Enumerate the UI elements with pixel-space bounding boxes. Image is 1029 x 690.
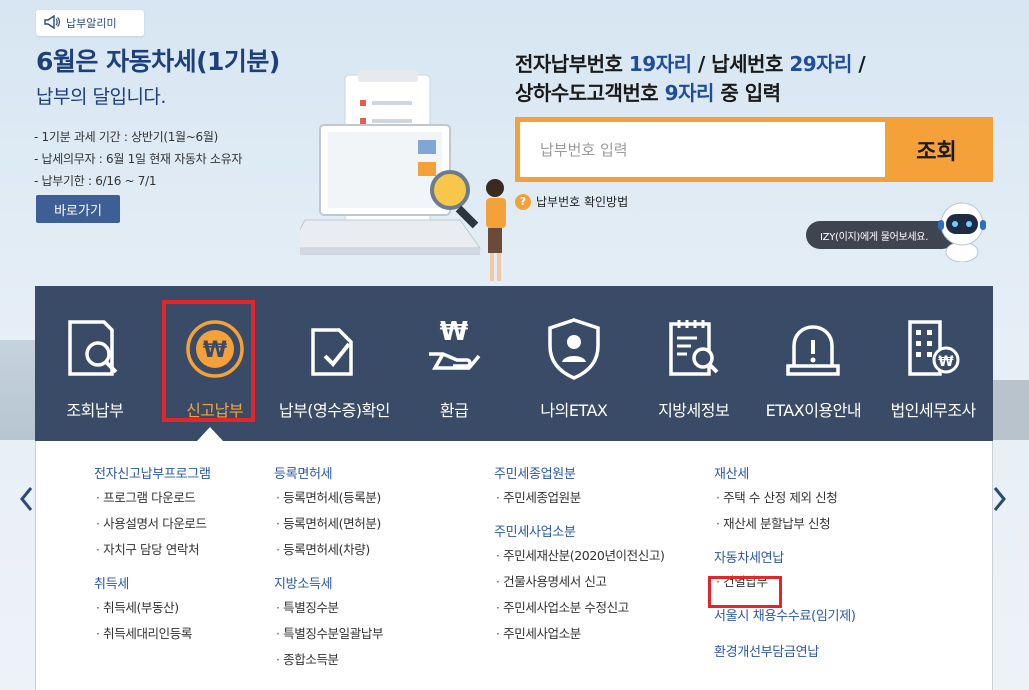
submenu-link[interactable]: 주택 수 산정 제외 신청 bbox=[714, 485, 856, 511]
hero-detail-period: - 1기분 과세 기간 : 상반기(1월~6월) bbox=[34, 130, 219, 144]
search-button[interactable]: 조회 bbox=[885, 122, 988, 177]
active-menu-caret bbox=[197, 427, 223, 441]
prev-arrow[interactable] bbox=[16, 484, 36, 514]
submenu-link[interactable]: 사용설명서 다운로드 bbox=[94, 511, 211, 537]
chevron-right-icon bbox=[993, 487, 1006, 511]
submenu-column-3: 주민세종업원분 주민세종업원분 주민세사업소분 주민세재산분(2020년이전신고… bbox=[494, 463, 665, 657]
main-menu: 조회납부 ₩ 신고납부 납부(영수증)확인 ₩ 환급 나의ETAX 지방세정보 … bbox=[35, 286, 993, 441]
submenu-link[interactable]: 취득세대리인등록 bbox=[94, 621, 211, 647]
submenu-column-2: 등록면허세 등록면허세(등록분) 등록면허세(면허분) 등록면허세(차량) 지방… bbox=[274, 463, 383, 683]
submenu-link[interactable]: 특별징수분일괄납부 bbox=[274, 621, 383, 647]
submenu-heading[interactable]: 재산세 bbox=[714, 463, 856, 485]
menu-item-corporate-audit[interactable]: ₩ 법인세무조사 bbox=[873, 286, 993, 441]
menu-item-local-tax-info[interactable]: 지방세정보 bbox=[634, 286, 754, 441]
go-button[interactable]: 바로가기 bbox=[36, 195, 120, 223]
menu-item-my-etax[interactable]: 나의ETAX bbox=[514, 286, 634, 441]
submenu-heading[interactable]: 서울시 채용수수료(임기제) bbox=[714, 605, 856, 641]
receipt-check-icon bbox=[311, 328, 354, 376]
hero-title: 6월은 자동차세(1기분) bbox=[36, 47, 280, 76]
submenu-column-1: 전자신고납부프로그램 프로그램 다운로드 사용설명서 다운로드 자치구 담당 연… bbox=[94, 463, 211, 657]
submenu-link[interactable]: 건물사용명세서 신고 bbox=[494, 569, 664, 595]
submenu-link[interactable]: 자치구 담당 연락처 bbox=[94, 537, 211, 563]
submenu-link[interactable]: 종합소득분 bbox=[274, 647, 383, 673]
hand-won-icon: ₩ bbox=[429, 317, 481, 370]
payment-number-help-link[interactable]: ? 납부번호 확인방법 bbox=[515, 193, 628, 210]
submenu-heading[interactable]: 주민세사업소분 bbox=[494, 521, 664, 543]
alert-siren-icon bbox=[786, 325, 841, 376]
search-title: 전자납부번호 19자리 / 납세번호 29자리 / 상하수도고객번호 9자리 중… bbox=[515, 52, 866, 105]
submenu-link[interactable]: 주민세재산분(2020년이전신고) bbox=[494, 543, 665, 569]
submenu-link[interactable]: 주민세사업소분 수정신고 bbox=[494, 595, 664, 621]
submenu-link[interactable]: 등록면허세(등록분) bbox=[274, 485, 383, 511]
submenu-heading[interactable]: 주민세종업원분 bbox=[494, 463, 664, 485]
submenu-link[interactable]: 재산세 분할납부 신청 bbox=[714, 511, 856, 537]
submenu-link[interactable]: 주민세사업소분 bbox=[494, 621, 664, 647]
next-arrow[interactable] bbox=[990, 484, 1010, 514]
megaphone-icon bbox=[44, 14, 60, 32]
submenu-link[interactable]: 특별징수분 bbox=[274, 595, 383, 621]
menu-label: 지방세정보 bbox=[658, 401, 730, 420]
submenu-panel: 전자신고납부프로그램 프로그램 다운로드 사용설명서 다운로드 자치구 담당 연… bbox=[35, 441, 993, 690]
submenu-link[interactable]: 프로그램 다운로드 bbox=[94, 485, 211, 511]
submenu-column-4: 재산세 주택 수 산정 제외 신청 재산세 분할납부 신청 자동차세연납 건별납… bbox=[714, 463, 856, 663]
hero-details: - 1기분 과세 기간 : 상반기(1월~6월) - 납세의무자 : 6월 1일… bbox=[34, 126, 242, 192]
menu-label: 조회납부 bbox=[66, 401, 124, 420]
hero-subtitle: 납부의 달입니다. bbox=[36, 86, 166, 108]
menu-label: 납부(영수증)확인 bbox=[278, 401, 391, 420]
svg-text:₩: ₩ bbox=[938, 354, 954, 370]
search-document-icon bbox=[68, 320, 118, 376]
chevron-left-icon bbox=[20, 487, 33, 511]
submenu-link[interactable]: 주민세종업원분 bbox=[494, 485, 664, 511]
menu-item-inquiry-payment[interactable]: 조회납부 bbox=[35, 286, 155, 441]
clipboard-search-icon bbox=[668, 320, 719, 376]
menu-item-refund[interactable]: ₩ 환급 bbox=[394, 286, 514, 441]
background-building-right bbox=[989, 380, 1029, 440]
submenu-heading[interactable]: 등록면허세 bbox=[274, 463, 383, 485]
background-building-left bbox=[0, 340, 40, 440]
izy-robot-icon[interactable] bbox=[934, 200, 990, 262]
menu-label: 법인세무조사 bbox=[890, 401, 976, 420]
menu-item-receipt-check[interactable]: 납부(영수증)확인 bbox=[275, 286, 395, 441]
submenu-heading[interactable]: 지방소득세 bbox=[274, 573, 383, 595]
building-won-icon: ₩ bbox=[908, 320, 960, 376]
svg-text:₩: ₩ bbox=[440, 317, 469, 347]
submenu-link[interactable]: 취득세(부동산) bbox=[94, 595, 211, 621]
highlight-box bbox=[708, 576, 782, 608]
question-icon: ? bbox=[515, 193, 531, 210]
active-menu-highlight bbox=[162, 300, 255, 422]
submenu-heading[interactable]: 자동차세연납 bbox=[714, 547, 856, 569]
shield-user-icon bbox=[548, 318, 600, 380]
notice-badge-label: 납부알리미 bbox=[66, 17, 117, 30]
submenu-link[interactable]: 등록면허세(차량) bbox=[274, 537, 383, 563]
menu-label: 나의ETAX bbox=[540, 401, 608, 420]
help-link-label: 납부번호 확인방법 bbox=[536, 195, 629, 209]
search-box: 조회 bbox=[515, 117, 993, 182]
hero-detail-taxpayer: - 납세의무자 : 6월 1일 현재 자동차 소유자 bbox=[34, 152, 243, 166]
submenu-heading[interactable]: 환경개선부담금연납 bbox=[714, 641, 856, 663]
hero-detail-deadline: - 납부기한 : 6/16 ~ 7/1 bbox=[34, 174, 157, 188]
menu-label: ETAX이용안내 bbox=[765, 401, 862, 420]
submenu-link[interactable]: 등록면허세(면허분) bbox=[274, 511, 383, 537]
menu-item-etax-guide[interactable]: ETAX이용안내 bbox=[754, 286, 874, 441]
payment-number-input[interactable] bbox=[520, 122, 885, 177]
submenu-heading[interactable]: 전자신고납부프로그램 bbox=[94, 463, 211, 485]
submenu-heading[interactable]: 취득세 bbox=[94, 573, 211, 595]
hero-illustration bbox=[300, 70, 506, 281]
notice-badge: 납부알리미 bbox=[36, 10, 144, 36]
menu-label: 환급 bbox=[439, 401, 469, 420]
